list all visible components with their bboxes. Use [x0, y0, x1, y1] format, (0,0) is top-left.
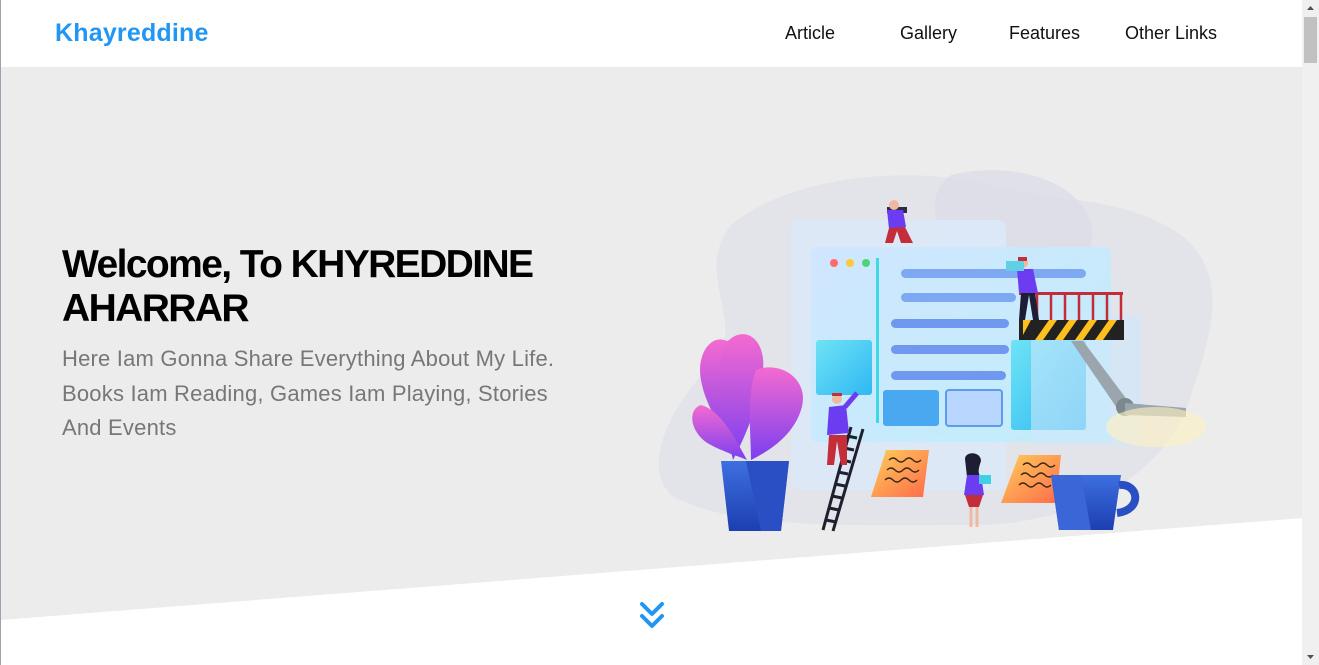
nav-link-gallery[interactable]: Gallery — [900, 23, 957, 44]
hero-description: Here Iam Gonna Share Everything About My… — [62, 346, 555, 440]
scroll-down-arrow-icon[interactable] — [1302, 649, 1319, 665]
nav-link-article[interactable]: Article — [785, 23, 835, 44]
page: Khayreddine Article Gallery Features Oth… — [0, 0, 1302, 665]
hero-title: Welcome, To KHYREDDINE AHARRAR — [62, 243, 534, 330]
hero-illustration — [658, 170, 1213, 532]
nav-link-features[interactable]: Features — [1009, 23, 1080, 44]
scroll-down-icon[interactable] — [637, 598, 667, 632]
logo[interactable]: Khayreddine — [55, 19, 209, 48]
scroll-up-arrow-icon[interactable] — [1302, 0, 1319, 16]
nav-link-other-links[interactable]: Other Links — [1125, 23, 1217, 44]
scrollbar-thumb[interactable] — [1304, 17, 1317, 63]
header: Khayreddine Article Gallery Features Oth… — [1, 0, 1302, 67]
vertical-scrollbar[interactable] — [1302, 0, 1319, 665]
